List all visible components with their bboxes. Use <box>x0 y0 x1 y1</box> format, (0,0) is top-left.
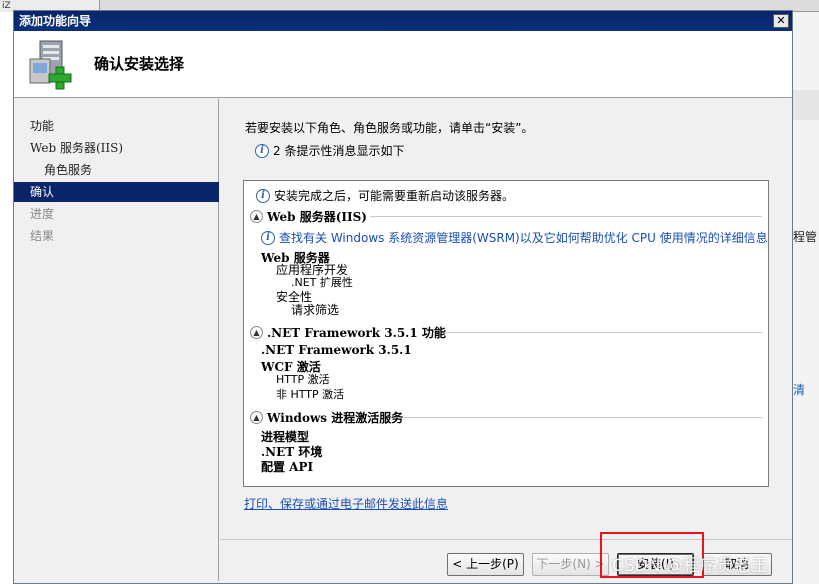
background-side-panel <box>793 12 819 584</box>
dialog-title: 添加功能向导 <box>19 14 92 28</box>
summary-line: 请求筛选 <box>291 303 340 317</box>
button-bar-divider <box>220 539 792 540</box>
warning-text: 安装完成之后，可能需要重新启动该服务器。 <box>274 189 515 203</box>
dialog-titlebar[interactable]: 添加功能向导 ✕ <box>14 11 792 31</box>
nav-item-features[interactable]: 功能 <box>14 116 219 136</box>
nav-item-progress: 进度 <box>30 207 55 221</box>
nav-item-confirm[interactable]: 确认 <box>14 182 219 202</box>
summary-line: 配置 API <box>261 460 314 474</box>
wsrm-link-text[interactable]: 查找有关 Windows 系统资源管理器(WSRM)以及它如何帮助优化 CPU … <box>279 229 768 246</box>
nav-item-web-server[interactable]: Web 服务器(IIS) <box>14 138 219 158</box>
add-features-wizard-dialog: 添加功能向导 ✕ 确认安装选择 功能 Web 服务器(IIS) 角色服务 确认 … <box>13 10 793 584</box>
background-side-text: 程管 <box>793 230 818 244</box>
summary-line: HTTP 激活 <box>276 373 330 386</box>
wsrm-info-link[interactable]: i 查找有关 Windows 系统资源管理器(WSRM)以及它如何帮助优化 CP… <box>261 229 768 246</box>
wizard-content: 若要安装以下角色、角色服务或功能，请单击“安装”。 i 2 条提示性消息显示如下… <box>220 99 792 581</box>
section-divider <box>404 417 762 418</box>
section-title: Web 服务器(IIS) <box>267 210 367 224</box>
section-header-net-framework[interactable]: ▲ .NET Framework 3.5.1 功能 <box>250 324 446 341</box>
wizard-header: 确认安装选择 <box>14 31 792 98</box>
info-notice: i 2 条提示性消息显示如下 <box>255 142 404 159</box>
section-title: .NET Framework 3.5.1 功能 <box>267 326 446 340</box>
confirmation-list[interactable]: i 安装完成之后，可能需要重新启动该服务器。 ▲ Web 服务器(IIS) i … <box>243 180 769 487</box>
nav-item-results: 结果 <box>30 229 55 243</box>
collapse-icon[interactable]: ▲ <box>250 210 263 223</box>
summary-line: .NET Framework 3.5.1 <box>261 343 412 357</box>
info-icon: i <box>255 143 269 158</box>
section-divider <box>444 332 762 333</box>
summary-line: 非 HTTP 激活 <box>276 388 345 401</box>
background-side-link[interactable]: 清 <box>793 381 805 398</box>
back-button[interactable]: < 上一步(P) <box>447 553 524 576</box>
notice-text: 2 条提示性消息显示如下 <box>273 144 405 158</box>
close-button[interactable]: ✕ <box>773 14 789 28</box>
next-button: 下一步(N) > <box>532 553 609 576</box>
wizard-step-nav: 功能 Web 服务器(IIS) 角色服务 确认 进度 结果 <box>14 99 219 581</box>
restart-warning: i 安装完成之后，可能需要重新启动该服务器。 <box>256 187 514 204</box>
section-header-web-server[interactable]: ▲ Web 服务器(IIS) <box>250 208 367 225</box>
server-add-icon <box>29 40 72 90</box>
section-header-was[interactable]: ▲ Windows 进程激活服务 <box>250 409 403 426</box>
instruction-text: 若要安装以下角色、角色服务或功能，请单击“安装”。 <box>245 121 534 135</box>
section-title: Windows 进程激活服务 <box>267 411 404 425</box>
nav-item-role-services[interactable]: 角色服务 <box>14 160 219 180</box>
collapse-icon[interactable]: ▲ <box>250 326 263 339</box>
collapse-icon[interactable]: ▲ <box>250 411 263 424</box>
section-divider <box>370 216 762 217</box>
watermark-text: CSDN @程序员老王 <box>612 556 768 576</box>
info-icon: i <box>261 230 275 245</box>
info-icon: i <box>256 188 270 203</box>
page-title: 确认安装选择 <box>94 55 185 73</box>
print-save-email-link[interactable]: 打印、保存或通过电子邮件发送此信息 <box>244 495 448 512</box>
